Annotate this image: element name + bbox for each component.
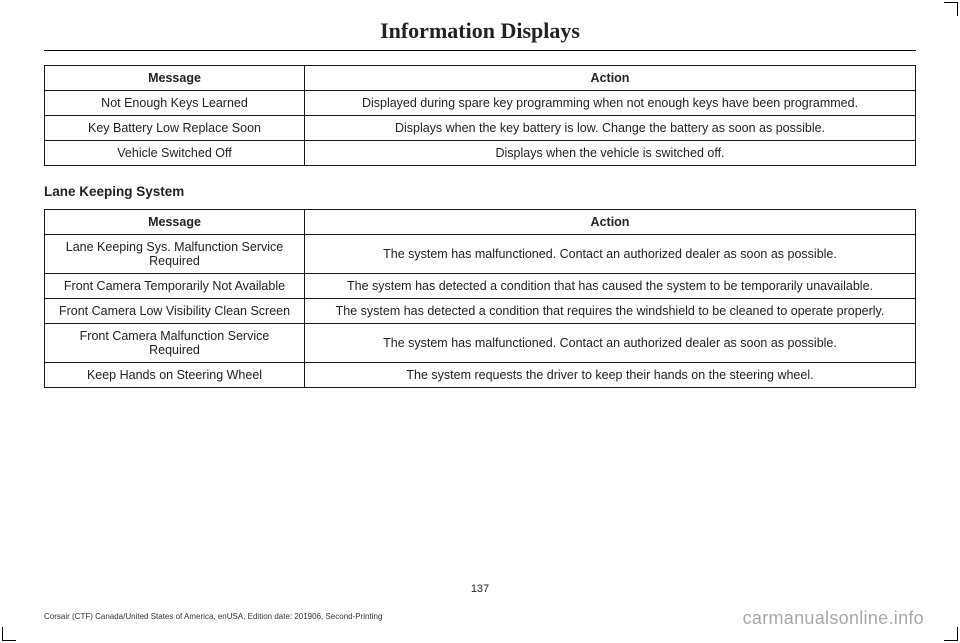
cell-message: Lane Keeping Sys. Malfunction Service Re… bbox=[45, 235, 305, 274]
table-row: Not Enough Keys Learned Displayed during… bbox=[45, 91, 916, 116]
table-row: Vehicle Switched Off Displays when the v… bbox=[45, 141, 916, 166]
cell-action: Displayed during spare key programming w… bbox=[305, 91, 916, 116]
footer-text: Corsair (CTF) Canada/United States of Am… bbox=[44, 612, 382, 621]
table-row: Front Camera Malfunction Service Require… bbox=[45, 324, 916, 363]
page-number: 137 bbox=[0, 583, 960, 595]
table-row: Keep Hands on Steering Wheel The system … bbox=[45, 363, 916, 388]
crop-mark-br bbox=[944, 627, 958, 641]
cell-action: The system requests the driver to keep t… bbox=[305, 363, 916, 388]
crop-mark-bl bbox=[2, 627, 16, 641]
table-header-row: Message Action bbox=[45, 210, 916, 235]
table-row: Front Camera Low Visibility Clean Screen… bbox=[45, 299, 916, 324]
cell-message: Front Camera Malfunction Service Require… bbox=[45, 324, 305, 363]
cell-action: Displays when the key battery is low. Ch… bbox=[305, 116, 916, 141]
section-heading-lane-keeping: Lane Keeping System bbox=[44, 184, 916, 199]
messages-table-1: Message Action Not Enough Keys Learned D… bbox=[44, 65, 916, 166]
cell-message: Front Camera Temporarily Not Available bbox=[45, 274, 305, 299]
manual-page: Information Displays Message Action Not … bbox=[0, 0, 960, 643]
crop-mark-tr bbox=[944, 2, 958, 16]
col-header-action: Action bbox=[305, 66, 916, 91]
title-rule bbox=[44, 50, 916, 51]
col-header-action: Action bbox=[305, 210, 916, 235]
cell-action: The system has malfunctioned. Contact an… bbox=[305, 324, 916, 363]
cell-action: Displays when the vehicle is switched of… bbox=[305, 141, 916, 166]
cell-message: Vehicle Switched Off bbox=[45, 141, 305, 166]
col-header-message: Message bbox=[45, 210, 305, 235]
cell-action: The system has detected a condition that… bbox=[305, 299, 916, 324]
table-row: Key Battery Low Replace Soon Displays wh… bbox=[45, 116, 916, 141]
cell-action: The system has malfunctioned. Contact an… bbox=[305, 235, 916, 274]
cell-action: The system has detected a condition that… bbox=[305, 274, 916, 299]
col-header-message: Message bbox=[45, 66, 305, 91]
cell-message: Not Enough Keys Learned bbox=[45, 91, 305, 116]
watermark: carmanualsonline.info bbox=[743, 608, 924, 629]
table-header-row: Message Action bbox=[45, 66, 916, 91]
table-row: Lane Keeping Sys. Malfunction Service Re… bbox=[45, 235, 916, 274]
table-row: Front Camera Temporarily Not Available T… bbox=[45, 274, 916, 299]
page-title: Information Displays bbox=[44, 18, 916, 50]
cell-message: Keep Hands on Steering Wheel bbox=[45, 363, 305, 388]
cell-message: Key Battery Low Replace Soon bbox=[45, 116, 305, 141]
cell-message: Front Camera Low Visibility Clean Screen bbox=[45, 299, 305, 324]
messages-table-2: Message Action Lane Keeping Sys. Malfunc… bbox=[44, 209, 916, 388]
